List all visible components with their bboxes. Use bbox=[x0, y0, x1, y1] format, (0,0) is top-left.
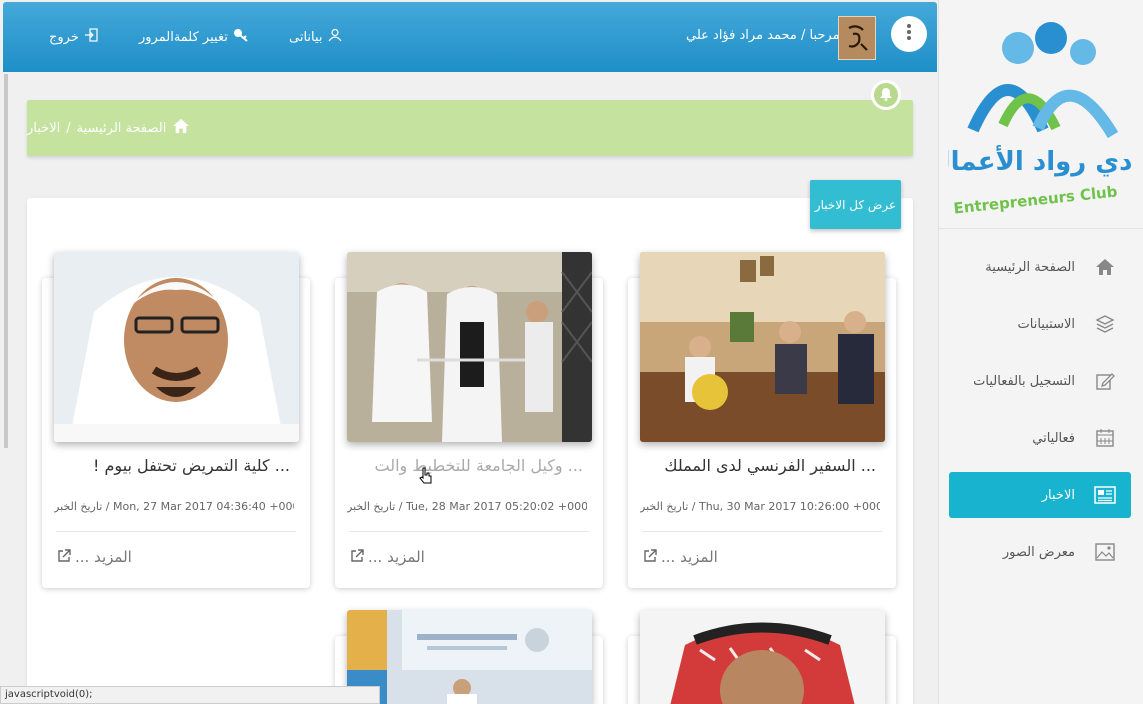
logout-link[interactable]: خروج bbox=[49, 28, 98, 46]
view-all-news-button[interactable]: عرض كل الاخبار bbox=[810, 180, 901, 229]
sidebar-item-home[interactable]: الصفحة الرئيسية bbox=[949, 244, 1131, 290]
image-icon bbox=[1093, 540, 1117, 564]
my-data-link[interactable]: بياناتى bbox=[289, 28, 342, 46]
left-scroll-edge bbox=[4, 74, 8, 448]
bell-icon bbox=[879, 86, 893, 105]
top-header: خروج تغيير كلمةالمرور بياناتى مرحبا / مح… bbox=[3, 2, 937, 72]
greeting-text: مرحبا / محمد مراد فؤاد علي bbox=[686, 28, 840, 43]
news-thumbnail[interactable] bbox=[640, 610, 885, 704]
sidebar-item-event-registration[interactable]: التسجيل بالفعاليات bbox=[949, 358, 1131, 404]
sidebar-item-label: التسجيل بالفعاليات bbox=[973, 373, 1075, 389]
avatar[interactable] bbox=[838, 16, 876, 60]
sidebar-item-surveys[interactable]: الاستبيانات bbox=[949, 301, 1131, 347]
news-date: تاريخ الخبر / Mon, 27 Mar 2017 04:36:40 … bbox=[54, 500, 294, 513]
more-vertical-icon bbox=[906, 23, 912, 45]
change-password-label: تغيير كلمةالمرور bbox=[139, 29, 228, 45]
logout-label: خروج bbox=[49, 29, 79, 45]
sidebar-item-my-events[interactable]: فعالياتي bbox=[949, 415, 1131, 461]
browser-status-bar: javascriptvoid(0); bbox=[0, 686, 380, 704]
key-icon bbox=[233, 28, 249, 46]
read-more-link[interactable]: المزيد ... bbox=[351, 548, 425, 566]
my-data-label: بياناتى bbox=[289, 29, 323, 45]
sidebar-item-label: الصفحة الرئيسية bbox=[985, 259, 1075, 275]
breadcrumb-separator: / bbox=[66, 120, 71, 136]
breadcrumb-home-link[interactable]: الصفحة الرئيسية bbox=[77, 121, 167, 136]
read-more-label: المزيد ... bbox=[661, 548, 718, 566]
logo-divider bbox=[938, 228, 1143, 229]
user-greeting: مرحبا / محمد مراد فؤاد علي bbox=[686, 28, 840, 43]
newspaper-icon bbox=[1093, 483, 1117, 507]
sidebar-item-photo-gallery[interactable]: معرض الصور bbox=[949, 529, 1131, 575]
external-link-icon bbox=[58, 548, 71, 566]
read-more-label: المزيد ... bbox=[368, 548, 425, 566]
breadcrumb-current: الاخبار bbox=[27, 120, 61, 136]
external-link-icon bbox=[351, 548, 364, 566]
news-thumbnail[interactable] bbox=[640, 252, 885, 442]
sidebar-item-label: الاستبيانات bbox=[1017, 316, 1075, 332]
logout-icon bbox=[84, 28, 98, 46]
user-icon bbox=[328, 28, 342, 46]
sidebar-item-label: معرض الصور bbox=[1002, 544, 1075, 560]
news-date: تاريخ الخبر / Tue, 28 Mar 2017 05:20:02 … bbox=[347, 500, 587, 513]
card-divider bbox=[642, 531, 882, 532]
menu-toggle-button[interactable] bbox=[891, 16, 927, 52]
news-card: ... وكيل الجامعة للتخطيط والت تاريخ الخب… bbox=[335, 252, 603, 588]
news-title[interactable]: ... السفير الفرنسي لدى المملك bbox=[646, 456, 876, 475]
home-icon bbox=[1093, 255, 1117, 279]
sidebar-item-label: الاخبار bbox=[1041, 487, 1075, 503]
card-divider bbox=[349, 531, 589, 532]
news-card bbox=[628, 610, 896, 704]
news-thumbnail[interactable] bbox=[347, 252, 592, 442]
change-password-link[interactable]: تغيير كلمةالمرور bbox=[139, 28, 249, 46]
news-thumbnail[interactable] bbox=[347, 610, 592, 704]
news-date: تاريخ الخبر / Thu, 30 Mar 2017 10:26:00 … bbox=[640, 500, 880, 513]
breadcrumb: الصفحة الرئيسية / الاخبار bbox=[27, 100, 913, 156]
read-more-link[interactable]: المزيد ... bbox=[58, 548, 132, 566]
news-card: ... السفير الفرنسي لدى المملك تاريخ الخب… bbox=[628, 252, 896, 588]
card-divider bbox=[56, 531, 296, 532]
read-more-link[interactable]: المزيد ... bbox=[644, 548, 718, 566]
read-more-label: المزيد ... bbox=[75, 548, 132, 566]
mouse-cursor bbox=[418, 466, 434, 490]
external-link-icon bbox=[644, 548, 657, 566]
home-icon[interactable] bbox=[172, 118, 190, 138]
layers-icon bbox=[1093, 312, 1117, 336]
news-card: ... كلية التمريض تحتفل بيوم ! تاريخ الخب… bbox=[42, 252, 310, 588]
sidebar-item-label: فعالياتي bbox=[1032, 430, 1075, 446]
notifications-button[interactable] bbox=[871, 80, 901, 110]
sidebar-item-news[interactable]: الاخبار bbox=[949, 472, 1131, 518]
club-logo[interactable]: نادي رواد الأعمال Entrepreneurs Club bbox=[928, 10, 1143, 225]
news-title[interactable]: ... كلية التمريض تحتفل بيوم ! bbox=[60, 456, 290, 475]
news-title[interactable]: ... وكيل الجامعة للتخطيط والت bbox=[353, 456, 583, 475]
edit-icon bbox=[1093, 369, 1117, 393]
sidebar: نادي رواد الأعمال Entrepreneurs Club الص… bbox=[928, 0, 1143, 704]
logo-arabic-text: نادي رواد الأعمال bbox=[948, 145, 1133, 177]
news-thumbnail[interactable] bbox=[54, 252, 299, 442]
logo-english-text: Entrepreneurs Club bbox=[953, 182, 1119, 217]
calendar-icon bbox=[1093, 426, 1117, 450]
